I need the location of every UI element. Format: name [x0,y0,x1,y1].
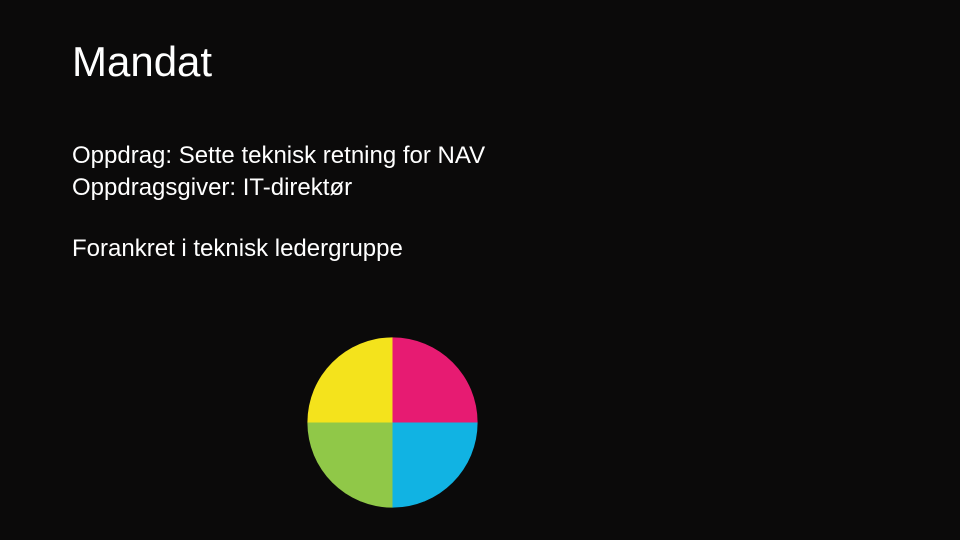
pie-slice [393,337,478,422]
slide-title: Mandat [72,38,212,86]
slide-body: Oppdrag: Sette teknisk retning for NAV O… [72,140,485,265]
body-line-1: Oppdrag: Sette teknisk retning for NAV [72,140,485,172]
body-line-2: Oppdragsgiver: IT-direktør [72,172,485,204]
pie-slice [393,423,478,508]
pie-chart-svg [300,330,485,515]
pie-chart [300,330,485,515]
pie-slice [307,337,392,422]
pie-slice [307,423,392,508]
body-line-3: Forankret i teknisk ledergruppe [72,233,485,265]
